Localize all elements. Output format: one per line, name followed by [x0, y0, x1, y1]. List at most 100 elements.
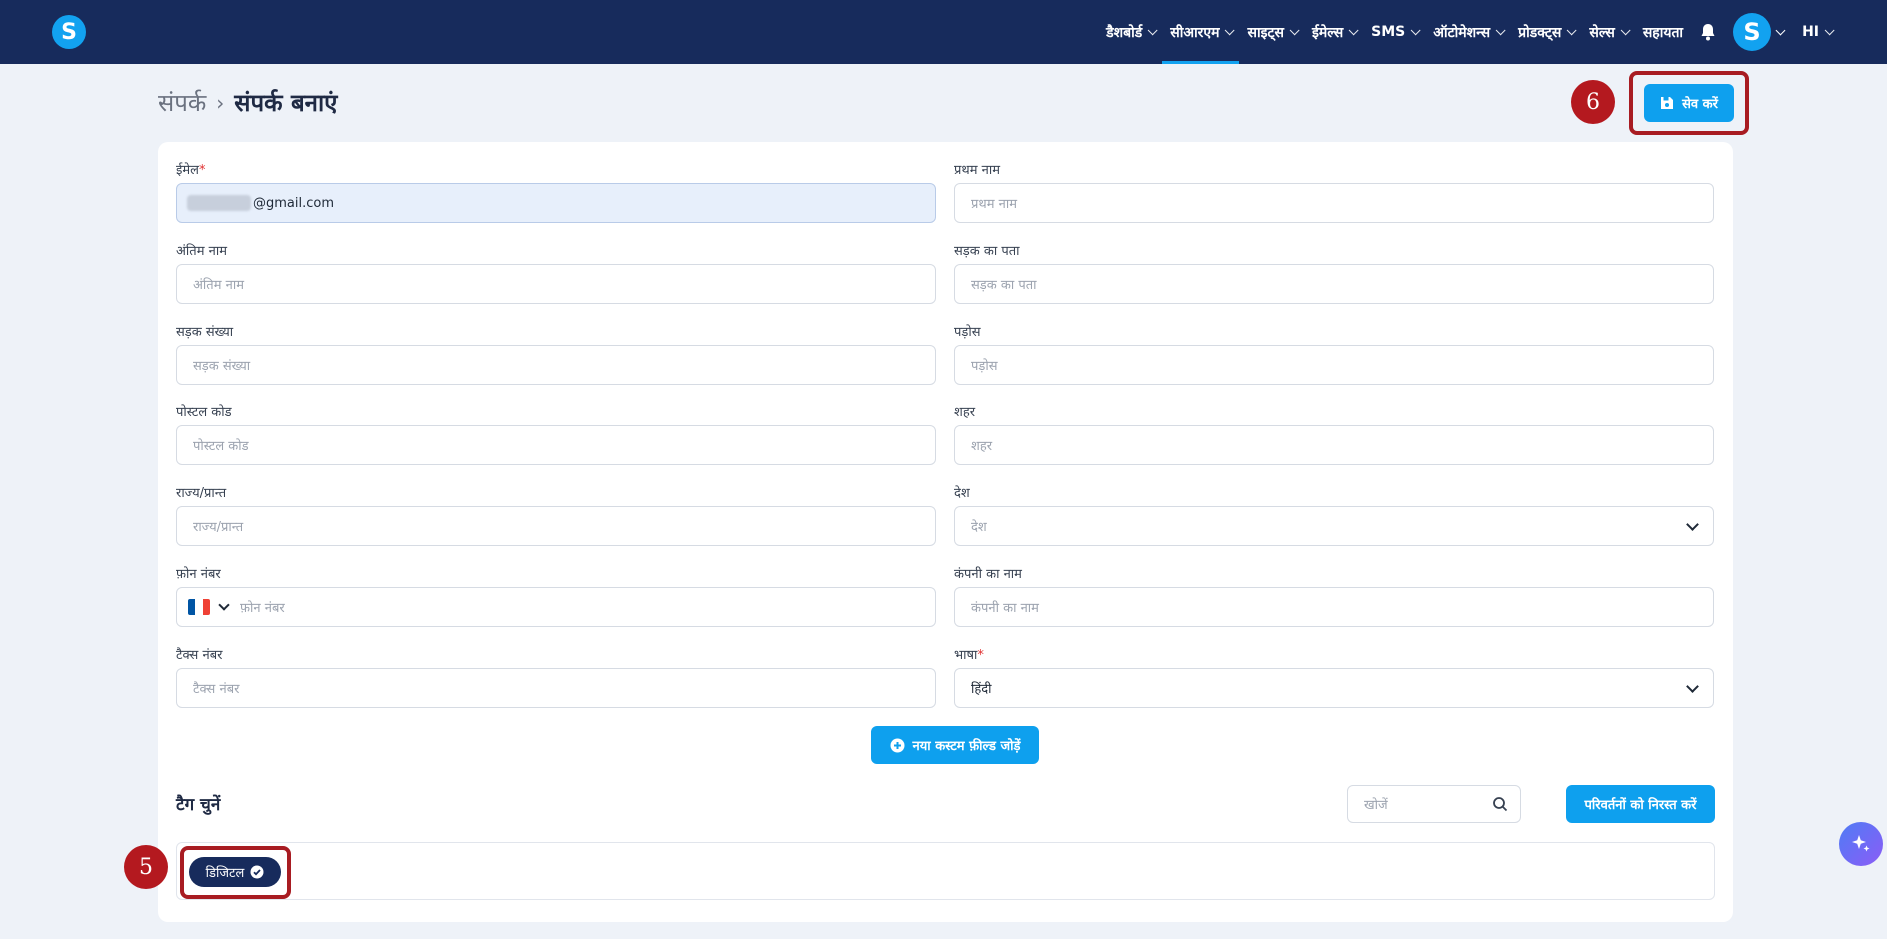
street-address-label: सड़क का पता	[954, 244, 1020, 259]
nav-item-dashboard[interactable]: डैशबोर्ड	[1098, 0, 1162, 64]
tag-chip-digital[interactable]: डिजिटल	[189, 857, 281, 887]
neighborhood-field[interactable]: पड़ोस	[954, 345, 1714, 385]
state-label: राज्य/प्रान्त	[176, 486, 227, 501]
phone-label: फ़ोन नंबर	[176, 567, 221, 582]
neighborhood-label: पड़ोस	[954, 325, 981, 340]
street-address-placeholder: सड़क का पता	[971, 278, 1037, 293]
add-custom-field-label: नया कस्टम फ़ील्ड जोड़ें	[912, 739, 1021, 754]
discard-changes-button[interactable]: परिवर्तनों को निरस्त करें	[1566, 785, 1715, 823]
first-name-field[interactable]: प्रथम नाम	[954, 183, 1714, 223]
street-address-field[interactable]: सड़क का पता	[954, 264, 1714, 304]
sparkle-icon	[1852, 835, 1870, 852]
country-select[interactable]: देश	[954, 506, 1714, 546]
nav-item-sales[interactable]: सेल्स	[1581, 0, 1634, 64]
chevron-down-icon	[1410, 24, 1421, 35]
chevron-down-icon	[1620, 24, 1631, 35]
nav-label: सीआरएम	[1170, 24, 1220, 41]
step-badge-5: 5	[124, 845, 168, 889]
page-title: संपर्क बनाएं	[234, 89, 338, 117]
step-badge-6: 6	[1571, 80, 1615, 124]
email-field[interactable]: @gmail.com	[176, 183, 936, 223]
tag-search-placeholder: खोजें	[1364, 798, 1388, 813]
postal-code-placeholder: पोस्टल कोड	[193, 439, 249, 454]
nav-item-automations[interactable]: ऑटोमेशन्स	[1425, 0, 1510, 64]
main-nav: डैशबोर्ड सीआरएम साइट्स ईमेल्स SMS ऑटोमेश…	[1098, 0, 1839, 64]
postal-code-label: पोस्टल कोड	[176, 405, 232, 420]
nav-item-sites[interactable]: साइट्स	[1239, 0, 1303, 64]
chevron-down-icon	[1567, 24, 1577, 35]
email-label: ईमेल*	[176, 160, 205, 178]
company-label: कंपनी का नाम	[954, 567, 1022, 582]
nav-label: प्रोडक्ट्स	[1518, 24, 1562, 41]
chevron-down-icon	[1824, 24, 1835, 35]
street-number-label: सड़क संख्या	[176, 325, 234, 340]
first-name-label: प्रथम नाम	[954, 163, 1000, 178]
chevron-down-icon	[1225, 24, 1236, 35]
plus-circle-icon	[890, 738, 905, 752]
street-number-field[interactable]: सड़क संख्या	[176, 345, 936, 385]
breadcrumb-separator: ›	[216, 90, 225, 115]
breadcrumb: संपर्क › संपर्क बनाएं	[158, 86, 337, 119]
nav-label: SMS	[1371, 24, 1406, 40]
state-placeholder: राज्य/प्रान्त	[193, 520, 244, 535]
street-number-placeholder: सड़क संख्या	[193, 359, 251, 374]
nav-label: साइट्स	[1247, 24, 1284, 41]
nav-label: डैशबोर्ड	[1106, 24, 1143, 41]
phone-placeholder: फ़ोन नंबर	[240, 601, 285, 616]
chevron-down-icon	[1147, 24, 1158, 35]
tax-number-placeholder: टैक्स नंबर	[193, 682, 240, 697]
france-flag-icon[interactable]	[188, 599, 210, 615]
tag-search-input[interactable]: खोजें	[1347, 785, 1521, 823]
avatar[interactable]: S	[1733, 13, 1772, 51]
nav-label: ऑटोमेशन्स	[1433, 24, 1491, 41]
language-select[interactable]: हिंदी	[954, 668, 1714, 708]
breadcrumb-parent[interactable]: संपर्क	[158, 86, 206, 119]
nav-label: ईमेल्स	[1311, 24, 1344, 41]
language-label-text: भाषा	[954, 648, 978, 663]
nav-item-emails[interactable]: ईमेल्स	[1304, 0, 1363, 64]
company-placeholder: कंपनी का नाम	[971, 601, 1039, 616]
check-circle-icon	[250, 865, 264, 879]
city-label: शहर	[954, 405, 976, 420]
ai-assistant-button[interactable]	[1839, 822, 1883, 866]
chevron-down-icon	[1686, 518, 1699, 531]
language-value: हिंदी	[971, 682, 992, 697]
nav-item-help[interactable]: सहायता	[1635, 0, 1691, 64]
neighborhood-placeholder: पड़ोस	[971, 359, 998, 374]
state-field[interactable]: राज्य/प्रान्त	[176, 506, 936, 546]
nav-item-sms[interactable]: SMS	[1363, 0, 1425, 64]
tags-section-title: टैग चुनें	[176, 795, 221, 815]
save-icon	[1661, 97, 1674, 109]
last-name-label: अंतिम नाम	[176, 244, 227, 259]
selected-tags-box	[176, 842, 1715, 900]
country-label: देश	[954, 486, 970, 501]
nav-item-crm[interactable]: सीआरएम	[1162, 0, 1240, 64]
nav-item-products[interactable]: प्रोडक्ट्स	[1510, 0, 1581, 64]
chevron-down-icon	[1289, 24, 1300, 35]
required-mark: *	[198, 163, 206, 178]
country-placeholder: देश	[971, 520, 987, 535]
phone-field[interactable]: फ़ोन नंबर	[176, 587, 936, 627]
top-navbar: S डैशबोर्ड सीआरएम साइट्स ईमेल्स SMS ऑटोम…	[0, 0, 1887, 64]
company-field[interactable]: कंपनी का नाम	[954, 587, 1714, 627]
chevron-down-icon[interactable]	[1775, 25, 1786, 35]
search-icon	[1493, 797, 1508, 812]
chevron-down-icon	[1348, 24, 1359, 35]
city-field[interactable]: शहर	[954, 425, 1714, 465]
save-button[interactable]: सेव करें	[1644, 84, 1734, 122]
save-button-label: सेव करें	[1682, 97, 1718, 112]
first-name-placeholder: प्रथम नाम	[971, 197, 1017, 212]
app-logo[interactable]: S	[52, 15, 86, 49]
nav-label: सहायता	[1642, 24, 1684, 41]
postal-code-field[interactable]: पोस्टल कोड	[176, 425, 936, 465]
chevron-down-icon[interactable]	[218, 599, 230, 611]
last-name-field[interactable]: अंतिम नाम	[176, 264, 936, 304]
email-label-text: ईमेल	[176, 163, 199, 178]
language-selector[interactable]: HI	[1794, 0, 1839, 64]
email-redacted-part	[187, 195, 251, 211]
add-custom-field-button[interactable]: नया कस्टम फ़ील्ड जोड़ें	[871, 726, 1039, 764]
tax-number-field[interactable]: टैक्स नंबर	[176, 668, 936, 708]
nav-label: सेल्स	[1589, 24, 1615, 41]
chevron-down-icon	[1686, 680, 1699, 693]
bell-icon[interactable]	[1697, 0, 1719, 64]
